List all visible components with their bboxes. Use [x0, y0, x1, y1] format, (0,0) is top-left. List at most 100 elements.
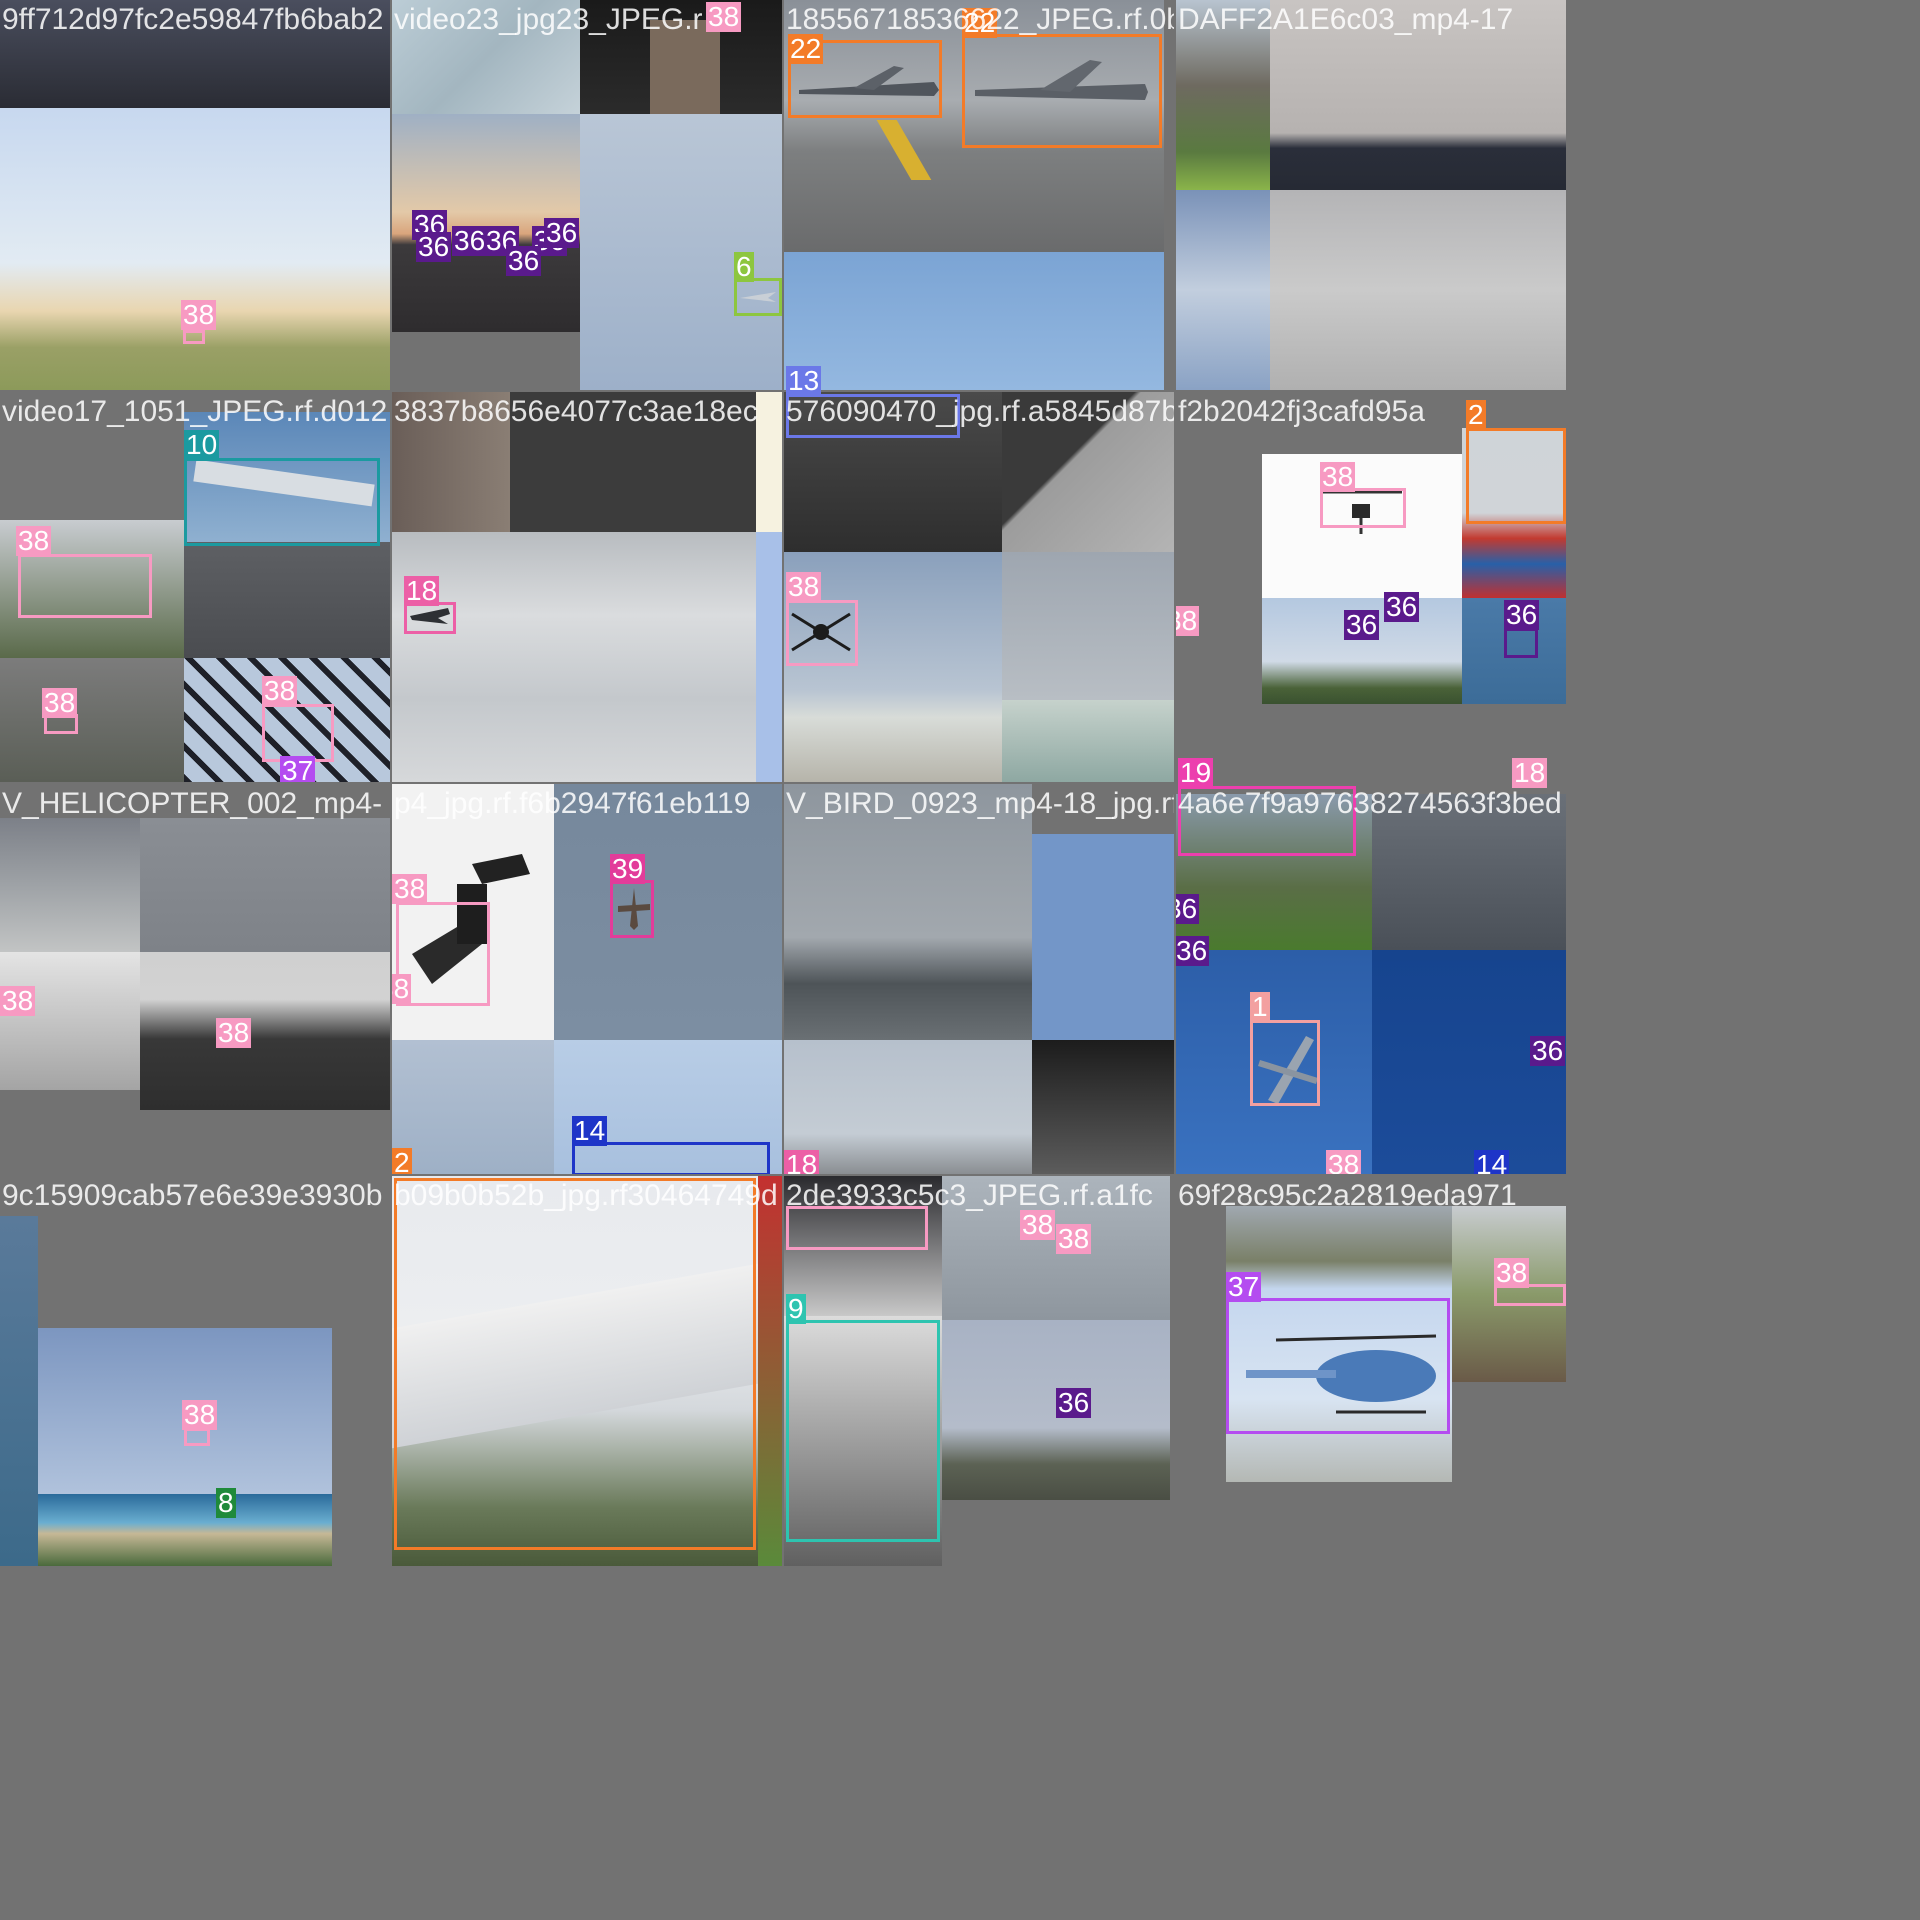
photo-boat [0, 818, 140, 952]
bbox-6 [734, 278, 782, 316]
tile-title: video23_jpg23_JPEG.r [394, 3, 703, 36]
tile-title: p4_jpg.rf.f6b2947f61eb119 [394, 787, 751, 820]
bbox-label: 38 [392, 873, 428, 904]
bbox-label: 18 [1512, 757, 1548, 788]
tile-title: video17_1051_JPEG.rf.d012 [2, 395, 388, 428]
bbox-38 [18, 554, 152, 618]
bbox-label: 36 [416, 231, 452, 262]
mosaic-tile-16: 69f28c95c2a2819eda971 37 38 [1176, 1176, 1566, 1566]
bbox-label: 6 [734, 251, 754, 282]
bbox-label: 38 [181, 299, 217, 330]
bbox-label: 36 [1530, 1035, 1566, 1066]
tile-title: 9ff712d97fc2e59847fb6bab2 [2, 3, 384, 36]
photo-pale-sky [392, 1040, 554, 1174]
bbox-label: 38 [262, 675, 298, 706]
tile-title: V_BIRD_0923_mp4-18_jpg.rf [786, 787, 1174, 820]
photo-water [1002, 700, 1174, 782]
bbox-label: 10 [184, 429, 220, 460]
photo-edge-blue [756, 532, 782, 782]
mosaic-tile-3: 18556718536622_JPEG.rf.0bce 22 22 [784, 0, 1174, 390]
photo-blue-panel [1032, 834, 1174, 1040]
mosaic-tile-12: 4a6e7f9a97638274563f3bed 36 36 1 36 38 1… [1176, 784, 1566, 1174]
photo-cloudy-sky [392, 532, 756, 782]
photo-tarmac [184, 542, 390, 658]
tile-title: DAFF2A1E6c03_mp4-17 [1178, 3, 1514, 36]
bbox-label: 38 [1020, 1209, 1056, 1240]
bbox-label: 38 [16, 525, 52, 556]
photo-grey-blue-sky [554, 784, 782, 1040]
bbox-38 [786, 600, 858, 666]
photo-hangar-door [1032, 1040, 1174, 1174]
bbox-label: 38 [1176, 606, 1200, 636]
bbox-label: 18 [784, 1150, 820, 1174]
bbox-2 [1466, 428, 1566, 524]
mosaic-tile-7: 576090470_jpg.rf.a5845d87b 38 [784, 392, 1174, 782]
photo-overcast [1270, 190, 1566, 390]
mosaic-tile-8: f2b2042fj3cafd95a 2 38 36 36 36 38 [1176, 392, 1566, 782]
bbox-label: 38 [182, 1399, 218, 1430]
bbox-label: 36 [1344, 609, 1380, 640]
bbox-label: 38 [0, 985, 36, 1016]
bbox-label: 36 [506, 245, 542, 276]
mosaic-tile-2: video23_jpg23_JPEG.r 36 36 36 36 36 36 3… [392, 0, 782, 390]
bbox-label: 37 [280, 756, 316, 782]
bbox-label: 13 [786, 365, 822, 396]
photo-haze [1002, 552, 1174, 700]
tile-title: 3837b8656e4077c3ae18ec [394, 395, 758, 428]
photo-sky-blue [784, 252, 1164, 390]
bbox-label: 36 [1384, 591, 1420, 622]
bbox-label: 38 [1494, 1257, 1530, 1288]
photo-mountain [784, 1040, 1032, 1174]
bbox-9 [786, 1320, 940, 1542]
bbox-label: 37 [1226, 1271, 1262, 1302]
bbox-label: 8 [216, 1487, 236, 1518]
bbox-label: 9 [786, 1293, 806, 1324]
bbox-label: 39 [610, 853, 646, 884]
mosaic-tile-1: 9ff712d97fc2e59847fb6bab2 38 [0, 0, 390, 390]
bbox-label: 14 [1474, 1150, 1510, 1174]
bbox-10 [184, 458, 380, 546]
bbox-36 [1504, 628, 1538, 658]
bbox-38 [1320, 488, 1406, 528]
bbox-label: 36 [1176, 894, 1200, 924]
bbox-label: 1 [1250, 991, 1270, 1022]
tile-title: f2b2042fj3cafd95a [1178, 395, 1425, 428]
tile-title: 69f28c95c2a2819eda971 [1178, 1179, 1517, 1212]
tile-title: V_HELICOPTER_002_mp4- [2, 787, 383, 820]
bbox-label: 36 [1504, 599, 1540, 630]
tile-title: 576090470_jpg.rf.a5845d87b [786, 395, 1174, 428]
bbox-1 [1250, 1020, 1320, 1106]
bbox-label: 38 [1056, 1223, 1092, 1254]
bbox-label: 14 [572, 1115, 608, 1146]
photo-beach [0, 108, 390, 390]
tile-title: b09b0b52b_jpg.rf30464749d [394, 1179, 778, 1212]
mosaic-tile-14: b09b0b52b_jpg.rf30464749d [392, 1176, 782, 1566]
bbox-label: 2 [1466, 399, 1486, 430]
bbox-label: 22 [788, 33, 824, 64]
mosaic-tile-9: V_HELICOPTER_002_mp4- 38 38 [0, 784, 390, 1174]
bbox-38 [184, 1428, 210, 1446]
bbox-label: 18 [404, 575, 440, 606]
photo-marina [784, 784, 1032, 1040]
bbox-label: 38 [392, 974, 412, 1004]
bbox-label: 38 [42, 687, 78, 718]
tile-title: 2de3933c5c3_JPEG.rf.a1fc [786, 1179, 1153, 1212]
bbox-22 [962, 34, 1162, 148]
bbox-label: 36 [544, 217, 580, 248]
bbox-label: 38 [216, 1017, 252, 1048]
bbox-label: 38 [786, 571, 822, 602]
bbox-label: 19 [1178, 757, 1214, 788]
bbox-14 [572, 1142, 770, 1174]
tile-title: 4a6e7f9a97638274563f3bed [1178, 787, 1562, 820]
mosaic-tile-5: video17_1051_JPEG.rf.d012 10 38 38 38 37 [0, 392, 390, 782]
photo-grey-sky [140, 818, 390, 952]
bbox-39 [610, 880, 654, 938]
bbox-37 [1226, 1298, 1450, 1434]
bbox-label: 38 [1320, 461, 1356, 492]
photo-garage [0, 658, 184, 782]
tile-title: 9c15909cab57e6e39e3930b [2, 1179, 383, 1212]
photo-hangar-interior [0, 952, 140, 1090]
photo-clouds [1176, 190, 1270, 390]
bbox-label: 36 [1176, 935, 1210, 966]
mosaic-tile-6: 3837b8656e4077c3ae18ec 18 [392, 392, 782, 782]
